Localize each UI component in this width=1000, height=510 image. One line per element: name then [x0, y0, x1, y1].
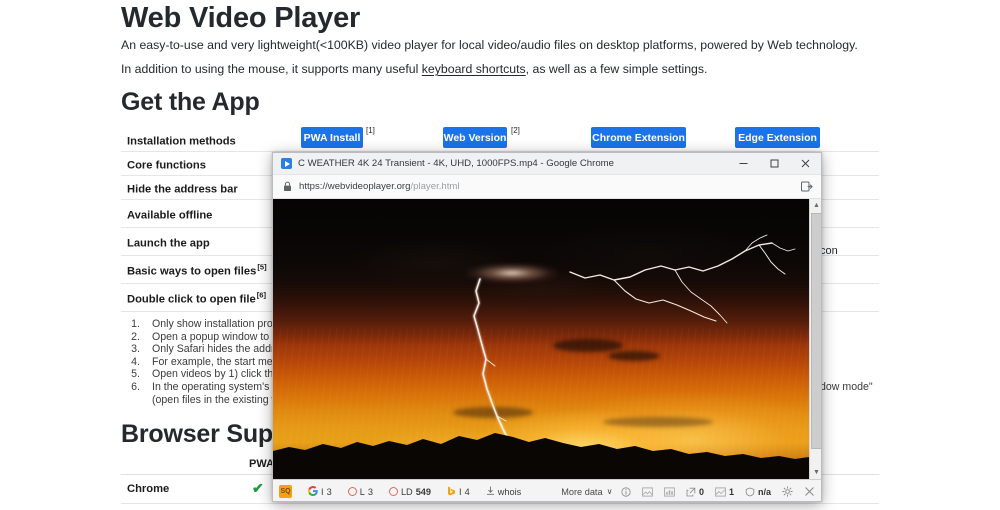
video-player[interactable]	[273, 199, 809, 479]
external-link-metric[interactable]: 0	[686, 487, 704, 497]
chevron-down-icon: ∨	[606, 487, 613, 496]
internal-link-metric[interactable]: 1	[715, 487, 734, 497]
page-title: Web Video Player	[121, 2, 361, 34]
lock-icon	[283, 181, 292, 192]
seo-metric-value: 4	[464, 486, 470, 497]
feature-label: Basic ways to open files[5]	[127, 262, 267, 277]
browser-row-chrome: Chrome	[127, 483, 170, 495]
seo-metric-label: LD	[400, 486, 413, 497]
window-title: C WEATHER 4K 24 Transient - 4K, UHD, 100…	[298, 158, 614, 169]
close-icon[interactable]	[790, 153, 821, 174]
more-data-dropdown[interactable]: More data ∨	[561, 487, 612, 497]
google-icon	[308, 485, 318, 498]
feature-label: Installation methods	[127, 134, 236, 147]
seo-metric-label: I	[321, 486, 324, 497]
seo-metric-bing[interactable]: I 4	[447, 486, 470, 498]
intro-paragraph-1: An easy-to-use and very lightweight(<100…	[121, 38, 858, 52]
feature-label: Launch the app	[127, 236, 210, 249]
intro-p2-after: , as well as a few simple settings.	[525, 62, 708, 76]
video-favicon-icon	[281, 158, 292, 169]
cell-fragment-icon: con	[820, 245, 838, 257]
install-app-icon[interactable]	[800, 180, 813, 193]
web-version-button[interactable]: Web Version	[443, 127, 507, 148]
pwa-install-footnote: [1]	[366, 126, 375, 135]
minimize-icon[interactable]	[728, 153, 759, 174]
url-host: webvideoplayer.org	[327, 181, 411, 192]
info-icon[interactable]	[621, 486, 631, 497]
chrome-extension-button[interactable]: Chrome Extension	[591, 127, 686, 148]
seo-toolbar-right-group: 0 1 n/a	[621, 486, 815, 497]
gear-icon[interactable]	[782, 486, 793, 497]
pwa-install-button[interactable]: PWA Install	[301, 127, 363, 148]
vertical-scrollbar[interactable]: ▲ ▼	[809, 199, 821, 479]
scroll-down-arrow-icon[interactable]: ▼	[810, 466, 821, 479]
seo-metric-links[interactable]: L 3	[347, 486, 373, 497]
chrome-browser-window[interactable]: C WEATHER 4K 24 Transient - 4K, UHD, 100…	[272, 152, 822, 502]
window-title-bar[interactable]: C WEATHER 4K 24 Transient - 4K, UHD, 100…	[273, 153, 821, 175]
ring-icon	[347, 487, 357, 496]
chart-icon[interactable]	[664, 486, 675, 497]
browser-support-column-header: PWA	[249, 458, 275, 470]
vertical-scrollbar-thumb[interactable]	[811, 213, 821, 449]
image-icon[interactable]	[642, 486, 653, 497]
seo-whois-label: whois	[497, 486, 522, 497]
url-text[interactable]: https://webvideoplayer.org/player.html	[299, 181, 800, 192]
seo-whois-link[interactable]: whois	[486, 486, 522, 498]
seo-toolbar[interactable]: SQ I 3 L 3 LD 549 I 4 whois More data ∨ …	[273, 479, 821, 501]
more-data-label: More data	[561, 486, 603, 497]
seo-toolbar-close-icon[interactable]	[804, 486, 815, 497]
feature-label: Double click to open file[6]	[127, 290, 266, 305]
seo-metric-value: 3	[367, 486, 373, 497]
mountain-silhouette	[273, 433, 809, 479]
web-version-footnote: [2]	[511, 126, 520, 135]
seo-metric-label: I	[459, 486, 462, 497]
seo-metric-label: L	[359, 486, 365, 497]
window-controls	[728, 153, 821, 174]
scroll-up-arrow-icon[interactable]: ▲	[810, 199, 821, 212]
maximize-icon[interactable]	[759, 153, 790, 174]
feature-label: Hide the address bar	[127, 182, 238, 195]
keyboard-shortcuts-link[interactable]: keyboard shortcuts	[422, 62, 526, 76]
intro-p2-before: In addition to using the mouse, it suppo…	[121, 62, 422, 76]
divider	[121, 503, 879, 504]
seo-metric-value: 3	[326, 486, 332, 497]
video-viewport[interactable]: ▲ ▼	[273, 199, 821, 479]
seo-metric-link-domains[interactable]: LD 549	[388, 486, 432, 497]
screenshot-root: Web Video Player An easy-to-use and very…	[0, 0, 1000, 510]
shield-value: n/a	[757, 486, 771, 497]
seoquake-logo-icon[interactable]: SQ	[279, 485, 292, 498]
support-check-icon: ✔	[252, 480, 264, 496]
shield-metric[interactable]: n/a	[745, 487, 771, 497]
url-scheme: https://	[299, 181, 328, 192]
bing-icon	[447, 486, 456, 498]
feature-label: Available offline	[127, 208, 213, 221]
external-link-count: 0	[698, 486, 704, 497]
seo-metric-google[interactable]: I 3	[308, 485, 332, 498]
url-path: /player.html	[410, 181, 460, 192]
section-heading-get-the-app: Get the App	[121, 88, 260, 116]
edge-extension-button[interactable]: Edge Extension	[735, 127, 820, 148]
seo-metric-value: 549	[415, 486, 432, 497]
ring-icon	[388, 487, 398, 496]
intro-paragraph-2: In addition to using the mouse, it suppo…	[121, 62, 707, 76]
internal-link-count: 1	[728, 486, 734, 497]
feature-label: Core functions	[127, 158, 206, 171]
whois-icon	[486, 486, 495, 498]
address-bar[interactable]: https://webvideoplayer.org/player.html	[273, 175, 821, 199]
